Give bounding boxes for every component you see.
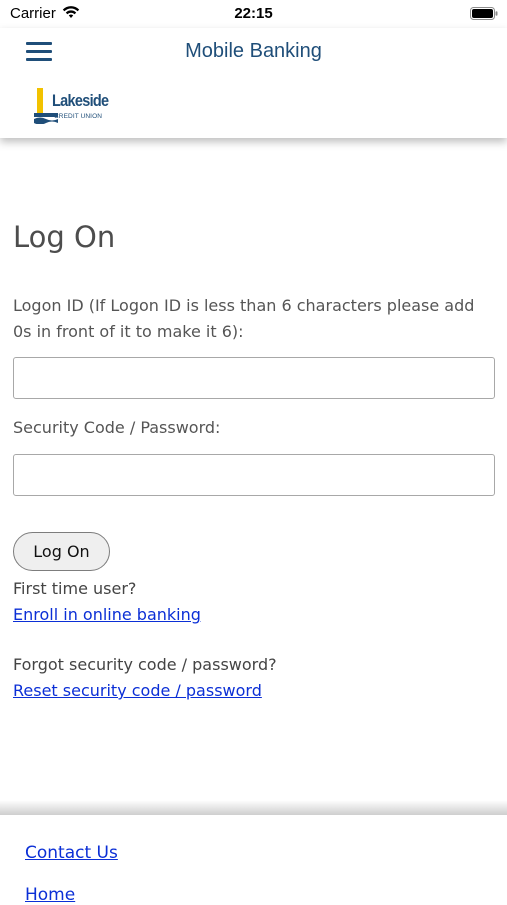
forgot-password-text: Forgot security code / password?	[13, 655, 277, 674]
app-header: Mobile Banking Lakeside CREDIT UNION	[0, 28, 507, 138]
logon-id-label: Logon ID (If Logon ID is less than 6 cha…	[13, 296, 475, 341]
home-link[interactable]: Home	[25, 885, 75, 905]
password-input[interactable]	[13, 454, 495, 496]
log-on-button[interactable]: Log On	[13, 532, 110, 571]
reset-password-link[interactable]: Reset security code / password	[13, 681, 262, 700]
logo-subtitle: CREDIT UNION	[54, 113, 103, 120]
clock: 22:15	[234, 5, 273, 22]
page-title: Log On	[13, 220, 116, 254]
password-label: Security Code / Password:	[13, 418, 221, 437]
lakeside-logo[interactable]: Lakeside CREDIT UNION	[34, 88, 118, 126]
footer: Contact Us Home	[0, 814, 507, 905]
contact-us-link[interactable]: Contact Us	[25, 843, 118, 863]
logon-id-input[interactable]	[13, 357, 495, 399]
battery-icon	[470, 7, 498, 20]
header-title: Mobile Banking	[185, 40, 322, 62]
footer-shadow	[0, 800, 507, 814]
logo-wordmark: Lakeside	[52, 91, 109, 110]
status-bar: Carrier 22:15	[0, 0, 507, 28]
first-time-user-text: First time user?	[13, 579, 137, 598]
enroll-link[interactable]: Enroll in online banking	[13, 605, 201, 624]
